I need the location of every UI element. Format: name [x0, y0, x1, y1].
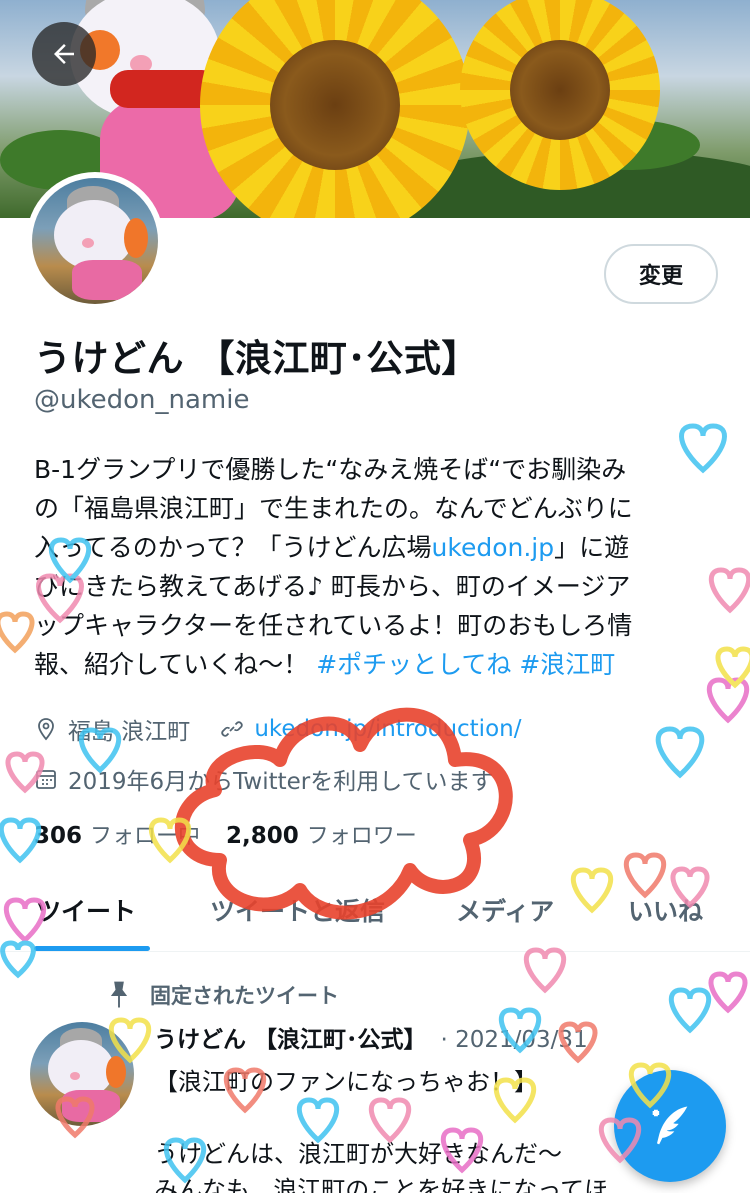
- tweet-date[interactable]: · 2021/03/31: [441, 1027, 588, 1053]
- heart-decoration: [706, 677, 750, 724]
- tweet-header: うけどん 【浪江町･公式】 · 2021/03/31: [154, 1020, 588, 1054]
- profile-bio: B-1グランプリで優勝した“なみえ焼そば“でお馴染み の「福島県浪江町」で生まれ…: [34, 450, 724, 684]
- heart-decoration: [708, 971, 748, 1014]
- bio-line: 入ってるのかって？「うけどん広場ukedon.jp」に遊: [34, 528, 724, 567]
- hashtag-link[interactable]: #ポチッとしてね: [316, 650, 511, 679]
- profile-tabs: ツイート ツイートと返信 メディア いいね: [0, 880, 750, 952]
- followers-label: フォロワー: [306, 824, 417, 849]
- link-icon: [220, 717, 244, 741]
- bio-text: 入ってるのかって？「うけどん広場: [34, 533, 432, 562]
- heart-decoration: [0, 611, 35, 654]
- compose-tweet-button[interactable]: [614, 1070, 726, 1182]
- follow-stats: 306 フォロー中 2,800 フォロワー: [34, 818, 417, 850]
- tab-tweets-replies[interactable]: ツイートと返信: [210, 892, 385, 928]
- pinned-label: 固定されたツイート: [150, 984, 339, 1008]
- website-link[interactable]: ukedon.jp/introduction/: [254, 716, 521, 742]
- display-name: うけどん 【浪江町･公式】: [34, 337, 479, 380]
- heart-decoration: [523, 947, 567, 994]
- bio-line: びにきたら教えてあげる♪ 町長から、町のイメージア: [34, 572, 631, 601]
- heart-decoration: [655, 726, 705, 779]
- banner-sunflower-left: [200, 0, 470, 218]
- following-label: フォロー中: [90, 824, 201, 849]
- pin-icon: [104, 980, 134, 1010]
- back-arrow-icon: [54, 44, 74, 64]
- joined-text: 2019年6月からTwitterを利用しています: [68, 769, 494, 795]
- bio-text: 報、紹介していくね〜！: [34, 650, 317, 679]
- profile-meta: 福島 浪江町 ukedon.jp/introduction/: [34, 712, 521, 746]
- tweet-author[interactable]: うけどん 【浪江町･公式】: [154, 1020, 427, 1054]
- joined-row: 2019年6月からTwitterを利用しています: [34, 762, 494, 796]
- profile-avatar[interactable]: [26, 172, 164, 310]
- handle: @ukedon_namie: [34, 385, 250, 415]
- bio-link[interactable]: ukedon.jp: [432, 533, 555, 562]
- location-text: 福島 浪江町: [68, 719, 191, 745]
- following-count: 306: [34, 823, 83, 849]
- bio-text: 」に遊: [554, 533, 630, 562]
- pinned-label-row: 固定されたツイート: [104, 980, 339, 1010]
- location-pin-icon: [34, 717, 58, 741]
- bio-line: 報、紹介していくね〜！ #ポチッとしてね #浪江町: [34, 645, 724, 684]
- tab-likes[interactable]: いいね: [628, 892, 703, 928]
- followers-count: 2,800: [226, 823, 299, 849]
- edit-profile-button[interactable]: 変更: [604, 244, 718, 304]
- heart-decoration: [668, 987, 712, 1034]
- bio-line: の「福島県浪江町」で生まれたの。なんでどんぶりに: [34, 494, 633, 523]
- calendar-icon: [34, 767, 58, 791]
- hashtag-link[interactable]: #浪江町: [519, 650, 615, 679]
- following-link[interactable]: 306 フォロー中: [34, 818, 200, 850]
- compose-feather-icon: [652, 1106, 688, 1145]
- avatar-image: [32, 178, 158, 304]
- followers-link[interactable]: 2,800 フォロワー: [226, 818, 417, 850]
- bio-line: B-1グランプリで優勝した“なみえ焼そば“でお馴染み: [34, 455, 627, 484]
- tweet-avatar[interactable]: [30, 1022, 134, 1126]
- back-button[interactable]: [32, 22, 96, 86]
- tab-tweets[interactable]: ツイート: [36, 892, 136, 928]
- tab-media[interactable]: メディア: [456, 892, 554, 928]
- bio-line: ップキャラクターを任されているよ！町のおもしろ情: [34, 611, 633, 640]
- active-tab-indicator: [34, 946, 150, 951]
